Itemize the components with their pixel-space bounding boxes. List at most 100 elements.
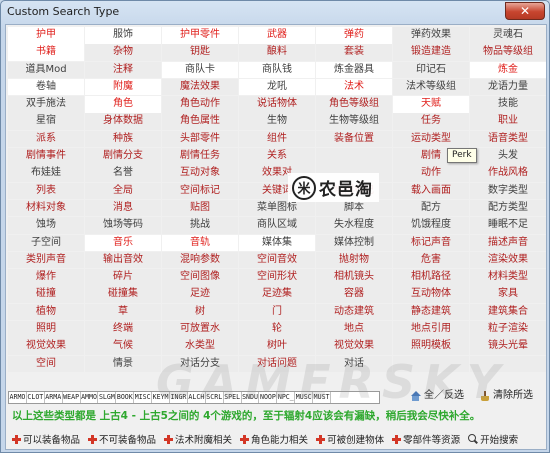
category-preset-button[interactable]: 可以装备物品 <box>12 432 80 446</box>
type-cell[interactable]: 酿料 <box>239 44 315 61</box>
type-cell[interactable]: 物品等级组 <box>470 44 546 61</box>
type-cell[interactable]: 炼金器具 <box>316 61 392 79</box>
type-cell[interactable]: 任务 <box>393 113 469 130</box>
type-cell[interactable]: 水类型 <box>162 338 238 355</box>
type-cell[interactable]: 护甲零件 <box>162 27 238 44</box>
type-cell[interactable]: 商队钱 <box>239 61 315 79</box>
type-cell[interactable]: 贴图 <box>162 199 238 217</box>
type-cell[interactable]: 媒体集 <box>239 234 315 252</box>
type-cell[interactable]: 数字类型 <box>470 182 546 200</box>
type-cell[interactable]: 睡眠不足 <box>470 217 546 234</box>
type-cell[interactable]: 对话问题 <box>239 355 315 373</box>
type-cell[interactable]: 音乐 <box>85 234 161 252</box>
type-cell[interactable]: 身体数据 <box>85 113 161 130</box>
type-cell[interactable]: 互动对象 <box>162 165 238 182</box>
category-preset-button[interactable]: 零部件等资源 <box>392 432 460 446</box>
type-cell[interactable]: 粒子渲染 <box>470 321 546 338</box>
type-cell[interactable]: 对话 <box>316 355 392 373</box>
type-cell[interactable]: 派系 <box>8 130 84 148</box>
type-cell[interactable]: 印记石 <box>393 61 469 79</box>
type-cell[interactable]: 列表 <box>8 182 84 200</box>
type-cell[interactable]: 灵魂石 <box>470 27 546 44</box>
type-cell[interactable]: 危害 <box>393 251 469 269</box>
type-cell[interactable]: 足迹集 <box>239 286 315 303</box>
type-cell[interactable]: 附魔 <box>85 78 161 96</box>
type-cell[interactable]: 对话分支 <box>162 355 238 373</box>
type-cell[interactable]: 植物 <box>8 303 84 321</box>
type-cell[interactable]: 语音类型 <box>470 130 546 148</box>
type-cell[interactable]: 装备位置 <box>316 130 392 148</box>
type-cell[interactable]: 家具 <box>470 286 546 303</box>
type-cell[interactable]: 道具Mod <box>8 61 84 79</box>
type-cell[interactable]: 弹药效果 <box>393 27 469 44</box>
type-cell[interactable]: 消息 <box>85 199 161 217</box>
type-cell[interactable]: 足迹 <box>162 286 238 303</box>
category-preset-button[interactable]: 法术附魔相关 <box>164 432 232 446</box>
type-cell[interactable]: 容器 <box>316 286 392 303</box>
type-cell[interactable]: 视觉效果 <box>8 338 84 355</box>
type-cell[interactable]: 剧情分支 <box>85 148 161 165</box>
type-cell[interactable]: 锻造建造 <box>393 44 469 61</box>
type-cell[interactable]: 魔法效果 <box>162 78 238 96</box>
type-cell[interactable]: 材料类型 <box>470 269 546 286</box>
type-cell[interactable]: 角色属性 <box>162 113 238 130</box>
type-cell[interactable]: 蚀场 <box>8 217 84 234</box>
type-cell[interactable]: 商队卡 <box>162 61 238 79</box>
type-cell[interactable]: 饥饿程度 <box>393 217 469 234</box>
type-cell[interactable]: 布娃娃 <box>8 165 84 182</box>
type-cell[interactable]: 草 <box>85 303 161 321</box>
type-cell[interactable]: 轮 <box>239 321 315 338</box>
type-cell[interactable]: 渲染效果 <box>470 251 546 269</box>
type-cell[interactable]: 角色 <box>85 96 161 113</box>
type-cell[interactable]: 建筑集合 <box>470 303 546 321</box>
type-cell[interactable]: 情景 <box>85 355 161 373</box>
type-cell[interactable]: 运动类型 <box>393 130 469 148</box>
type-cell[interactable]: 钥匙 <box>162 44 238 61</box>
type-cell[interactable]: 镜头光晕 <box>470 338 546 355</box>
type-cell[interactable]: 标记声音 <box>393 234 469 252</box>
type-cell[interactable]: 生物等级组 <box>316 113 392 130</box>
title-bar[interactable]: Custom Search Type ✕ <box>1 1 549 23</box>
type-cell[interactable]: 角色动作 <box>162 96 238 113</box>
type-cell[interactable]: 爆作 <box>8 269 84 286</box>
type-cell[interactable]: 角色等级组 <box>316 96 392 113</box>
type-cell[interactable]: 空间图像 <box>162 269 238 286</box>
type-cell[interactable] <box>470 355 546 373</box>
type-cell[interactable]: 星宿 <box>8 113 84 130</box>
type-cell[interactable]: 音轨 <box>162 234 238 252</box>
type-cell[interactable]: 蚀场等码 <box>85 217 161 234</box>
type-cell[interactable]: 头部零件 <box>162 130 238 148</box>
type-cell[interactable]: 卷轴 <box>8 78 84 96</box>
start-search-button[interactable]: 开始搜索 <box>468 432 518 446</box>
type-cell[interactable]: 技能 <box>470 96 546 113</box>
type-cell[interactable]: 头发 <box>470 148 546 165</box>
type-cell[interactable]: 剧情任务 <box>162 148 238 165</box>
type-cell[interactable]: 照明模板 <box>393 338 469 355</box>
type-cell[interactable]: 弹药 <box>316 27 392 44</box>
type-cell[interactable]: 书籍 <box>8 44 84 61</box>
type-cell[interactable]: 法术 <box>316 78 392 96</box>
type-cell[interactable]: 配方 <box>393 199 469 217</box>
type-cell[interactable]: 描述声音 <box>470 234 546 252</box>
type-cell[interactable]: 碰撞集 <box>85 286 161 303</box>
type-cell[interactable]: 说话物体 <box>239 96 315 113</box>
type-cell[interactable]: 组件 <box>239 130 315 148</box>
type-cell[interactable]: 子空间 <box>8 234 84 252</box>
type-cell[interactable]: 杂物 <box>85 44 161 61</box>
type-cell[interactable]: 终端 <box>85 321 161 338</box>
type-cell[interactable]: 菜单图标 <box>239 199 315 217</box>
type-cell[interactable]: 树叶 <box>239 338 315 355</box>
type-cell[interactable]: 输出音效 <box>85 251 161 269</box>
type-cell[interactable]: 地点 <box>316 321 392 338</box>
type-cell[interactable]: 静态建筑 <box>393 303 469 321</box>
type-cell[interactable]: 可放置水 <box>162 321 238 338</box>
type-cell[interactable]: 动作 <box>393 165 469 182</box>
type-cell[interactable]: 材料对象 <box>8 199 84 217</box>
type-cell[interactable]: 天赋 <box>393 96 469 113</box>
type-cell[interactable]: 空间 <box>8 355 84 373</box>
type-cell[interactable]: 地点引用 <box>393 321 469 338</box>
type-cell[interactable]: 抛射物 <box>316 251 392 269</box>
type-cell[interactable]: 剧情事件 <box>8 148 84 165</box>
type-cell[interactable] <box>316 148 392 165</box>
type-cell[interactable]: 载入画面 <box>393 182 469 200</box>
